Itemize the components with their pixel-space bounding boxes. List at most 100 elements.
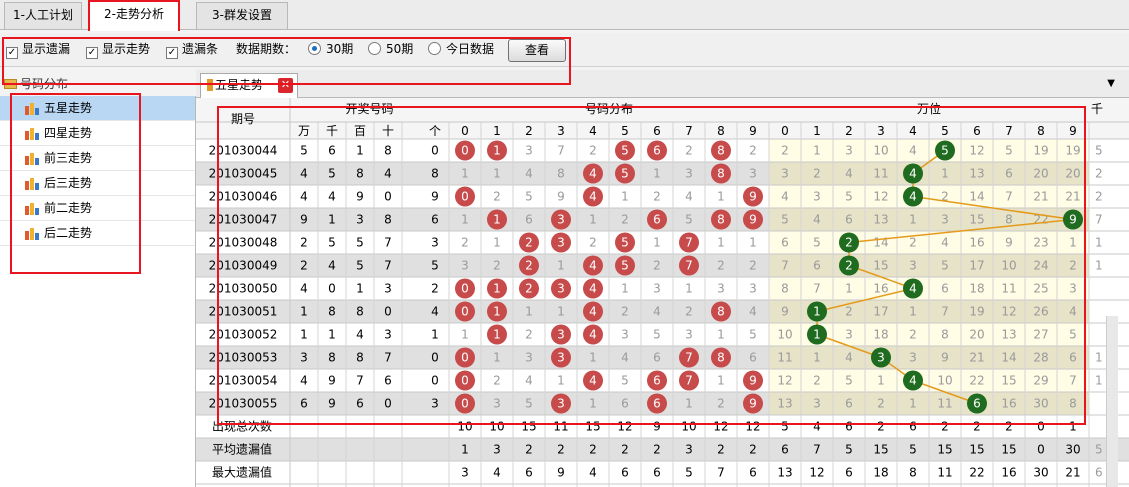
sidebar-item-four-star[interactable]: 四星走势 [0,121,195,146]
missing-value: 2 [621,213,629,227]
missing-value: 8 [557,167,565,181]
open-number-cell: 9 [431,190,439,204]
period-cell: 201030046 [209,190,278,204]
dist-col-header: 9 [749,124,757,138]
missing-value: 2 [525,328,533,342]
footer-dist-value: 1 [461,443,469,457]
dist-col-header: 1 [493,124,501,138]
period-cell: 201030049 [209,259,278,273]
sidebar-item-five-star[interactable]: 五星走势 [0,96,195,121]
radio-today[interactable]: 今日数据 [428,41,494,58]
open-number-cell: 2 [300,236,308,250]
show-missing-option[interactable]: ✓ 显示遗漏 [6,41,70,59]
tree-root-item[interactable]: 号码分布 [0,74,196,94]
footer-pos-value: 11 [937,466,952,480]
close-icon[interactable]: ✕ [278,78,293,93]
hit-ball-number: 8 [717,167,725,181]
open-number-cell: 7 [384,259,392,273]
radio-selected-icon[interactable] [308,42,321,55]
position-missing-value: 7 [941,305,949,319]
vertical-scrollbar[interactable] [1106,316,1118,487]
position-missing-value: 11 [1001,282,1016,296]
footer-pos-value: 16 [1001,466,1016,480]
tab-trend-analysis[interactable]: 2-走势分析 [88,0,180,31]
pos-col-header: 7 [1005,124,1013,138]
open-number-cell: 4 [300,190,308,204]
tab-manual-plan[interactable]: 1-人工计划 [4,2,82,29]
toolbar: ✓ 显示遗漏 ✓ 显示走势 ✓ 遗漏条 数据期数： 30期 50期 今日数据 查看 [0,33,1129,67]
hit-ball-number: 1 [493,213,501,227]
open-number-cell: 0 [384,305,392,319]
hit-ball-number: 6 [653,213,661,227]
radio-icon[interactable] [368,42,381,55]
position-missing-value: 6 [813,259,821,273]
footer-pos-value: 6 [909,420,917,434]
sidebar-item-back-two[interactable]: 后二走势 [0,221,195,246]
dist-col-header: 8 [717,124,725,138]
footer-pos-value: 5 [845,443,853,457]
position-missing-value: 18 [969,282,984,296]
edge-column-value: 1 [1095,259,1103,273]
tree-root-label: 号码分布 [20,77,69,91]
missing-value: 3 [621,328,629,342]
open-number-cell: 3 [384,328,392,342]
missing-value: 6 [749,351,757,365]
footer-dist-value: 4 [493,466,501,480]
open-number-cell: 7 [384,351,392,365]
hit-ball-number: 5 [621,259,629,273]
edge-column-value: 1 [1095,236,1103,250]
footer-dist-value: 3 [493,443,501,457]
sidebar-item-front-three[interactable]: 前三走势 [0,146,195,171]
hit-ball-number: 4 [589,328,597,342]
hit-ball-number: 4 [589,305,597,319]
checkbox-checked-icon[interactable]: ✓ [6,47,18,59]
view-button[interactable]: 查看 [508,39,566,62]
footer-dist-value: 9 [557,466,565,480]
position-missing-value: 24 [1033,259,1048,273]
open-number-cell: 0 [431,374,439,388]
period-cell: 201030048 [209,236,278,250]
missing-value: 6 [621,397,629,411]
dist-col-header: 3 [557,124,565,138]
pos-col-header: 1 [813,124,821,138]
tab-five-star-trend[interactable]: 五星走势 ✕ [200,73,298,98]
position-missing-value: 11 [777,351,792,365]
checkbox-checked-icon[interactable]: ✓ [86,47,98,59]
footer-dist-value: 6 [525,466,533,480]
open-col-header: 百 [354,124,366,138]
missing-value: 1 [493,351,501,365]
radio-icon[interactable] [428,42,441,55]
radio-50[interactable]: 50期 [368,41,413,58]
position-hit-number: 2 [845,259,853,273]
open-number-cell: 0 [431,144,439,158]
sidebar-item-back-three[interactable]: 后三走势 [0,171,195,196]
sidebar-item-front-two[interactable]: 前二走势 [0,196,195,221]
footer-dist-value: 6 [653,466,661,480]
position-missing-value: 30 [1033,397,1048,411]
hit-ball-number: 8 [717,305,725,319]
open-number-cell: 8 [431,167,439,181]
footer-pos-value: 1 [1069,420,1077,434]
hit-ball-number: 5 [621,167,629,181]
hit-ball-number: 3 [557,236,565,250]
position-missing-value: 2 [909,236,917,250]
period-cell: 201030045 [209,167,278,181]
hit-ball-number: 0 [461,397,469,411]
missing-value: 1 [589,397,597,411]
period-cell: 201030055 [209,397,278,411]
missing-value: 2 [493,259,501,273]
tab-mass-send[interactable]: 3-群发设置 [196,2,288,29]
missing-bar-option[interactable]: ✓ 遗漏条 [166,41,218,59]
open-col-header: 万 [298,124,310,138]
footer-pos-value: 22 [969,466,984,480]
show-trend-option[interactable]: ✓ 显示走势 [86,41,150,59]
missing-value: 1 [557,374,565,388]
hit-ball-number: 6 [653,374,661,388]
position-missing-value: 1 [1069,236,1077,250]
checkbox-checked-icon[interactable]: ✓ [166,47,178,59]
dropdown-arrow-icon[interactable]: ▼ [1107,78,1115,89]
radio-30[interactable]: 30期 [308,41,353,58]
folder-icon [4,79,17,89]
hit-ball-number: 6 [653,144,661,158]
position-missing-value: 18 [873,328,888,342]
